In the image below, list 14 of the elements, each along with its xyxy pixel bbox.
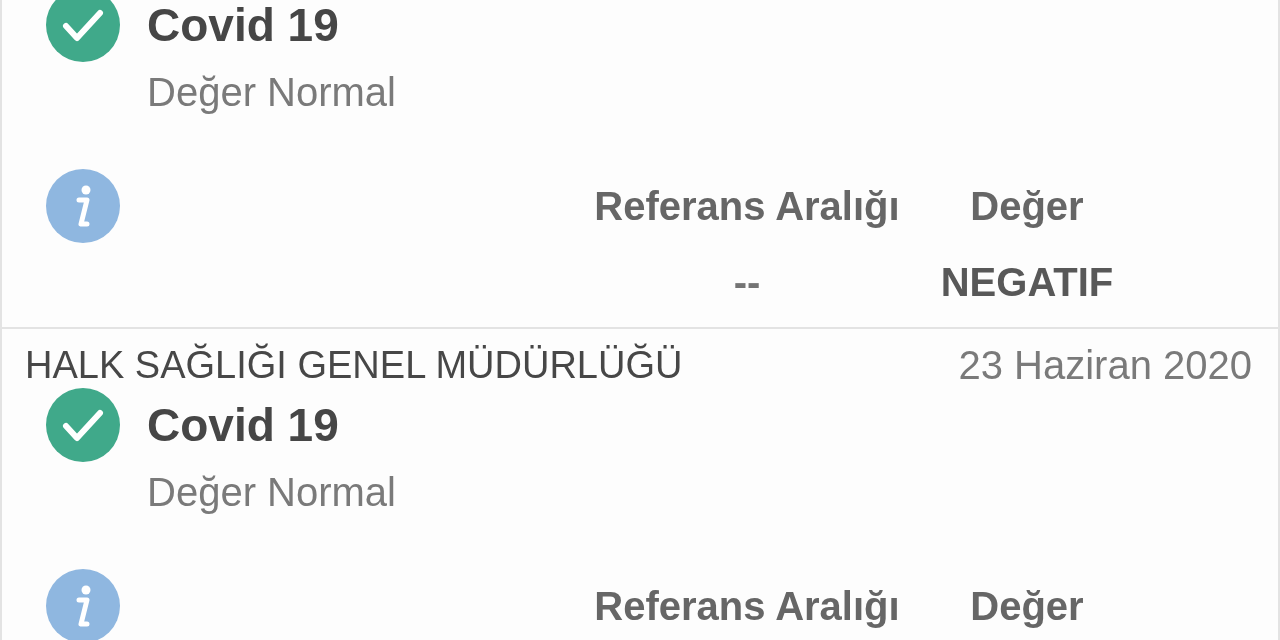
column-header: Değer [970,583,1084,629]
status-text: Değer Normal [147,469,396,516]
status-text: Değer Normal [147,69,396,116]
info-icon[interactable] [46,169,120,243]
column-header: Değer [970,183,1084,229]
table-cell: -- [733,259,761,305]
institution-name: HALK SAĞLIĞI GENEL MÜDÜRLÜĞÜ [25,342,683,388]
test-title: Covid 19 [147,0,339,50]
table-cell: NEGATIF [940,259,1114,305]
column-header: Referans Aralığı [594,183,900,229]
column-header: Referans Aralığı [594,583,900,629]
test-title: Covid 19 [147,400,339,450]
result-date: 23 Haziran 2020 [958,342,1252,388]
info-icon[interactable] [46,569,120,640]
